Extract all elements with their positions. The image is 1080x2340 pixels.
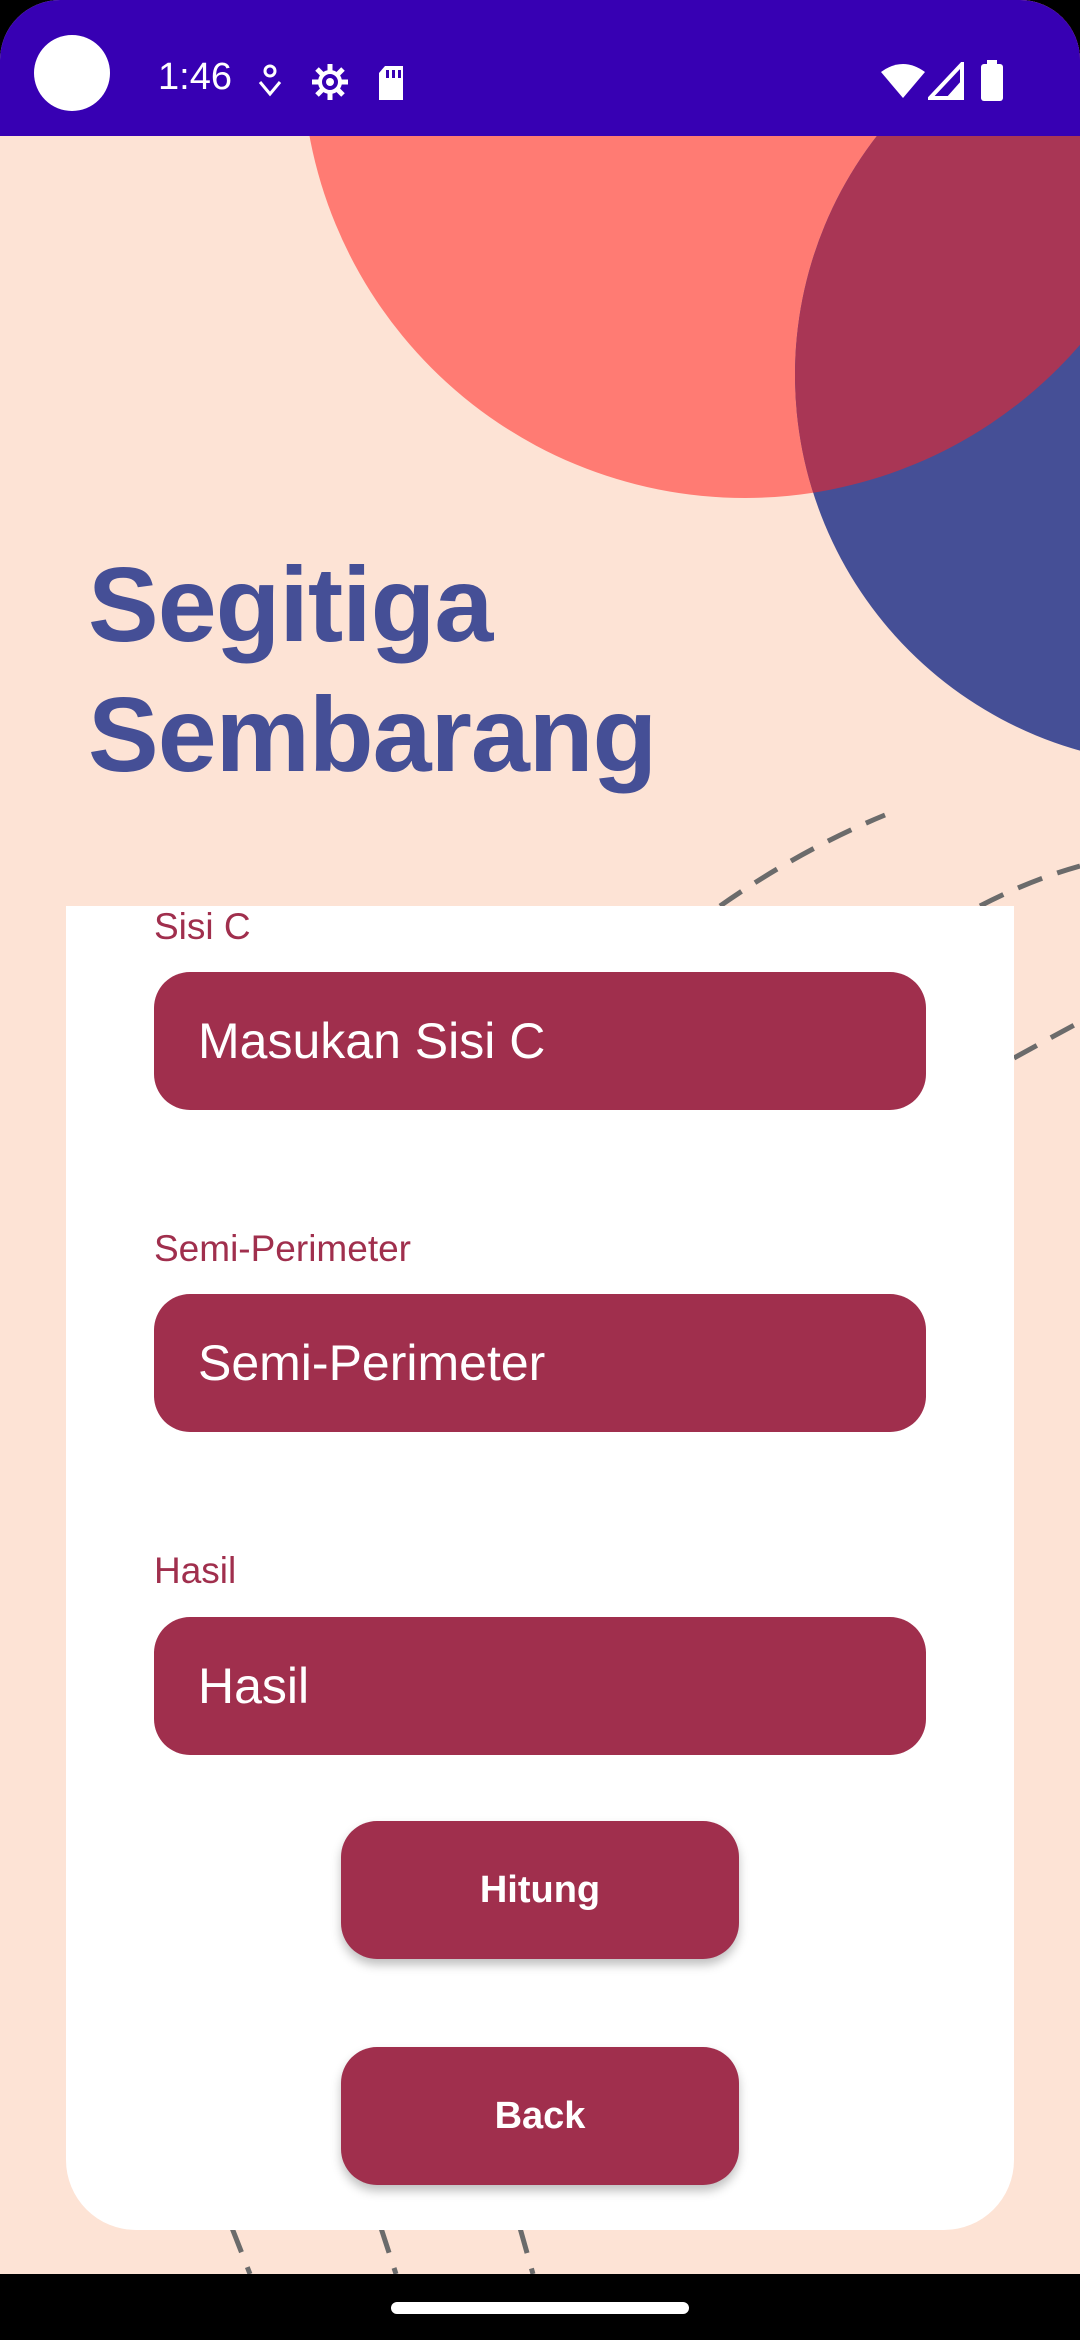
side-c-input[interactable] — [198, 972, 882, 1110]
semi-perimeter-label: Semi-Perimeter — [154, 1228, 411, 1269]
status-time: 1:46 — [158, 56, 232, 98]
sd-card-icon — [379, 66, 403, 100]
cell-signal-icon — [928, 62, 964, 100]
side-c-field — [154, 972, 926, 1110]
page-title: Segitiga Sembarang — [88, 540, 657, 800]
notification-dot-icon — [258, 64, 282, 97]
camera-cutout — [34, 35, 110, 111]
semi-perimeter-input[interactable] — [198, 1294, 882, 1432]
back-button[interactable]: Back — [341, 2047, 739, 2185]
side-c-label: Sisi C — [154, 906, 251, 947]
result-field — [154, 1617, 926, 1755]
page-title-line-2: Sembarang — [88, 676, 657, 794]
wifi-icon — [881, 64, 925, 98]
gear-icon — [312, 64, 348, 100]
semi-perimeter-field — [154, 1294, 926, 1432]
app-screen: 1:46 Segitiga Sembarang Sisi C Masukan S… — [0, 0, 1080, 2340]
result-input[interactable] — [198, 1617, 882, 1755]
result-label: Hasil — [154, 1550, 237, 1591]
form-card: Sisi C Semi-Perimeter Hasil Hitung Back — [66, 906, 1014, 2230]
status-bar: 1:46 — [0, 0, 1080, 136]
calculate-button[interactable]: Hitung — [341, 1821, 739, 1959]
home-gesture-handle[interactable] — [391, 2302, 689, 2314]
battery-icon — [981, 60, 1003, 101]
page-title-line-1: Segitiga — [88, 546, 493, 664]
